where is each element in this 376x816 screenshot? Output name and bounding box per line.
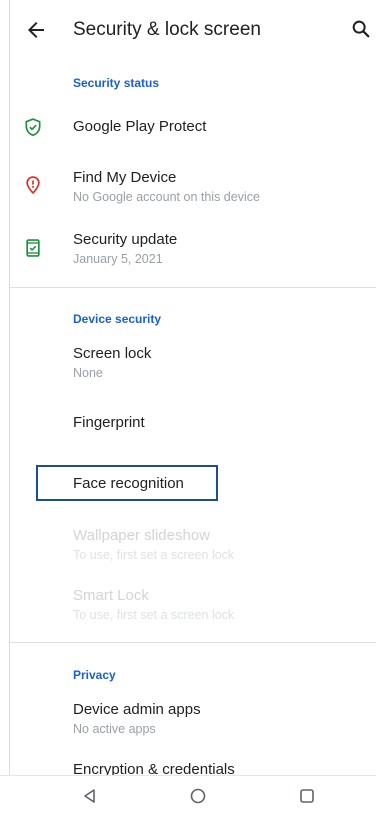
item-summary: January 5, 2021 xyxy=(73,252,163,266)
page-title: Security & lock screen xyxy=(73,19,261,40)
nav-home-button[interactable] xyxy=(188,786,208,806)
arrow-left-icon xyxy=(28,22,44,38)
location-alert-icon xyxy=(26,176,40,195)
section-header-security-status: Security status xyxy=(73,76,160,90)
shield-check-icon xyxy=(25,118,41,137)
phone-check-icon xyxy=(26,239,40,257)
section-divider xyxy=(10,287,376,288)
list-item-wallpaper-slideshow: Wallpaper slideshow To use, first set a … xyxy=(0,518,376,572)
list-item-google-play-protect[interactable]: Google Play Protect xyxy=(0,104,376,150)
list-item-screen-lock[interactable]: Screen lock None xyxy=(0,336,376,388)
item-title: Fingerprint xyxy=(73,414,145,431)
list-item-smart-lock: Smart Lock To use, first set a screen lo… xyxy=(0,578,376,632)
item-title: Security update xyxy=(73,231,178,248)
list-item-find-my-device[interactable]: Find My Device No Google account on this… xyxy=(0,160,376,214)
nav-back-button[interactable] xyxy=(80,786,100,806)
app-bar: Security & lock screen xyxy=(0,0,376,60)
list-item-security-update[interactable]: Security update January 5, 2021 xyxy=(0,222,376,276)
list-item-device-admin-apps[interactable]: Device admin apps No active apps xyxy=(0,692,376,746)
nav-recents-button[interactable] xyxy=(297,786,317,806)
square-recents-icon xyxy=(300,789,314,803)
system-nav-bar xyxy=(0,775,376,816)
section-divider xyxy=(10,642,376,643)
item-title: Smart Lock xyxy=(73,587,149,604)
search-icon xyxy=(352,20,370,38)
list-item-encryption-credentials[interactable]: Encryption & credentials xyxy=(0,752,376,778)
item-summary: No Google account on this device xyxy=(73,190,260,204)
section-header-privacy: Privacy xyxy=(73,668,116,682)
list-item-fingerprint[interactable]: Fingerprint xyxy=(0,402,376,444)
item-summary: To use, first set a screen lock xyxy=(73,548,235,562)
item-title: Google Play Protect xyxy=(73,118,207,135)
item-title: Wallpaper slideshow xyxy=(73,527,211,544)
item-summary: No active apps xyxy=(73,722,156,736)
item-title: Device admin apps xyxy=(73,701,201,718)
triangle-back-icon xyxy=(84,789,95,803)
circle-home-icon xyxy=(190,788,206,804)
item-summary: None xyxy=(73,366,103,380)
section-header-device-security: Device security xyxy=(73,312,162,326)
settings-screen: Security & lock screen Security status G… xyxy=(0,0,376,816)
search-button[interactable] xyxy=(350,18,372,40)
item-summary: To use, first set a screen lock xyxy=(73,608,235,622)
item-title: Find My Device xyxy=(73,169,177,186)
back-button[interactable] xyxy=(24,18,48,42)
focus-highlight xyxy=(36,465,218,501)
item-title: Screen lock xyxy=(73,345,152,362)
